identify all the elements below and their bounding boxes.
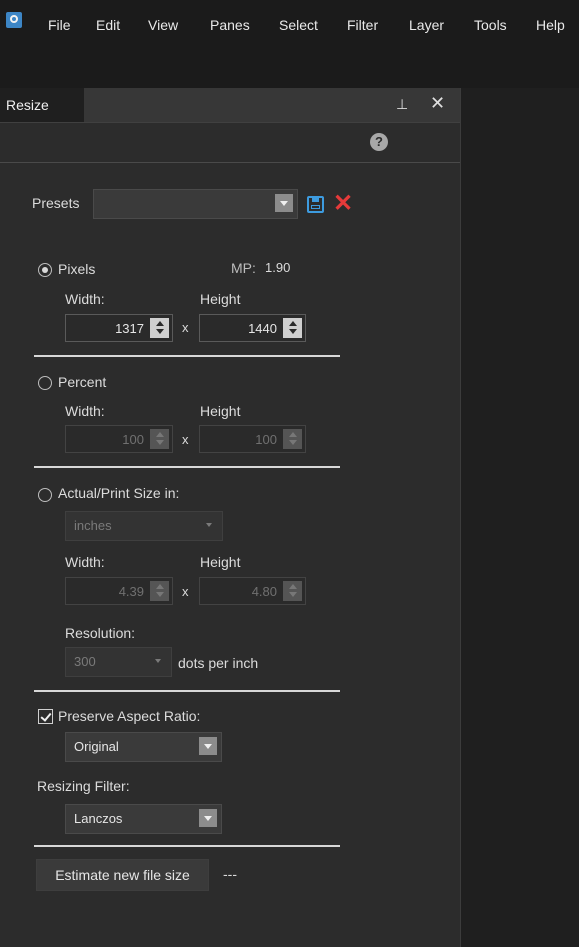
actual-size-label: Actual/Print Size in: bbox=[58, 485, 180, 501]
times-sign: x bbox=[182, 584, 189, 599]
spinner-icon[interactable] bbox=[283, 318, 302, 338]
section-divider bbox=[34, 355, 340, 357]
section-divider bbox=[34, 466, 340, 468]
menu-select[interactable]: Select bbox=[279, 17, 318, 33]
aspect-value: Original bbox=[74, 739, 119, 754]
tab-resize-label: Resize bbox=[6, 97, 49, 113]
presets-dropdown[interactable] bbox=[93, 189, 298, 219]
menu-panes[interactable]: Panes bbox=[210, 17, 250, 33]
spinner-icon[interactable] bbox=[283, 581, 302, 601]
percent-height-label: Height bbox=[200, 403, 241, 419]
unit-dropdown[interactable]: inches bbox=[65, 511, 223, 541]
preserve-aspect-label: Preserve Aspect Ratio: bbox=[58, 708, 201, 724]
mp-label: MP: bbox=[231, 260, 256, 276]
pixels-height-input[interactable]: 1440 bbox=[199, 314, 306, 342]
spinner-icon[interactable] bbox=[283, 429, 302, 449]
menu-view[interactable]: View bbox=[148, 17, 178, 33]
percent-label: Percent bbox=[58, 374, 107, 390]
actual-size-radio[interactable] bbox=[38, 488, 52, 502]
menu-edit[interactable]: Edit bbox=[96, 17, 120, 33]
spinner-icon[interactable] bbox=[150, 429, 169, 449]
resolution-value: 300 bbox=[74, 654, 96, 669]
chevron-down-icon bbox=[199, 809, 217, 827]
percent-width-input[interactable]: 100 bbox=[65, 425, 173, 453]
panel-divider bbox=[460, 88, 461, 947]
percent-width-label: Width: bbox=[65, 403, 105, 419]
save-icon[interactable] bbox=[307, 196, 324, 213]
header-divider bbox=[0, 162, 460, 163]
actual-width-input[interactable]: 4.39 bbox=[65, 577, 173, 605]
estimate-result: --- bbox=[223, 866, 237, 882]
pixels-height-label: Height bbox=[200, 291, 241, 307]
chevron-down-icon bbox=[275, 194, 293, 212]
pin-icon[interactable]: ⊥ bbox=[396, 96, 408, 113]
canvas-area bbox=[461, 88, 579, 947]
help-icon[interactable]: ? bbox=[370, 133, 388, 151]
presets-label: Presets bbox=[32, 195, 80, 211]
actual-height-input[interactable]: 4.80 bbox=[199, 577, 306, 605]
percent-width-value: 100 bbox=[122, 432, 144, 447]
actual-width-value: 4.39 bbox=[118, 584, 144, 599]
chevron-down-icon bbox=[155, 659, 161, 663]
delete-icon[interactable]: ✕ bbox=[333, 189, 353, 218]
section-divider bbox=[34, 845, 340, 847]
pixels-width-value: 1317 bbox=[115, 321, 144, 336]
resolution-unit: dots per inch bbox=[178, 655, 259, 671]
menu-tools[interactable]: Tools bbox=[474, 17, 507, 33]
menu-layer[interactable]: Layer bbox=[409, 17, 444, 33]
estimate-file-size-button[interactable]: Estimate new file size bbox=[36, 859, 209, 891]
menu-bar bbox=[0, 0, 579, 88]
resizing-filter-dropdown[interactable]: Lanczos bbox=[65, 804, 222, 834]
aspect-dropdown[interactable]: Original bbox=[65, 732, 222, 762]
pixels-label: Pixels bbox=[58, 261, 96, 277]
menu-file[interactable]: File bbox=[48, 17, 71, 33]
mp-value: 1.90 bbox=[265, 260, 291, 275]
percent-height-input[interactable]: 100 bbox=[199, 425, 306, 453]
menu-help[interactable]: Help bbox=[536, 17, 565, 33]
pixels-height-value: 1440 bbox=[248, 321, 277, 336]
resolution-dropdown[interactable]: 300 bbox=[65, 647, 172, 677]
times-sign: x bbox=[182, 320, 189, 335]
menu-filter[interactable]: Filter bbox=[347, 17, 378, 33]
resizing-filter-value: Lanczos bbox=[74, 811, 123, 826]
times-sign: x bbox=[182, 432, 189, 447]
resizing-filter-label: Resizing Filter: bbox=[37, 778, 130, 794]
actual-height-label: Height bbox=[200, 554, 241, 570]
chevron-down-icon bbox=[199, 737, 217, 755]
resolution-label: Resolution: bbox=[65, 625, 136, 641]
pixels-radio[interactable] bbox=[38, 263, 52, 277]
spinner-icon[interactable] bbox=[150, 318, 169, 338]
actual-width-label: Width: bbox=[65, 554, 105, 570]
close-icon[interactable]: ✕ bbox=[430, 93, 445, 114]
section-divider bbox=[34, 690, 340, 692]
app-icon[interactable] bbox=[6, 12, 22, 28]
percent-radio[interactable] bbox=[38, 376, 52, 390]
preserve-aspect-checkbox[interactable] bbox=[38, 709, 53, 724]
spinner-icon[interactable] bbox=[150, 581, 169, 601]
pixels-width-input[interactable]: 1317 bbox=[65, 314, 173, 342]
pixels-width-label: Width: bbox=[65, 291, 105, 307]
chevron-down-icon bbox=[206, 523, 212, 527]
actual-height-value: 4.80 bbox=[251, 584, 277, 599]
unit-value: inches bbox=[74, 518, 112, 533]
percent-height-value: 100 bbox=[255, 432, 277, 447]
